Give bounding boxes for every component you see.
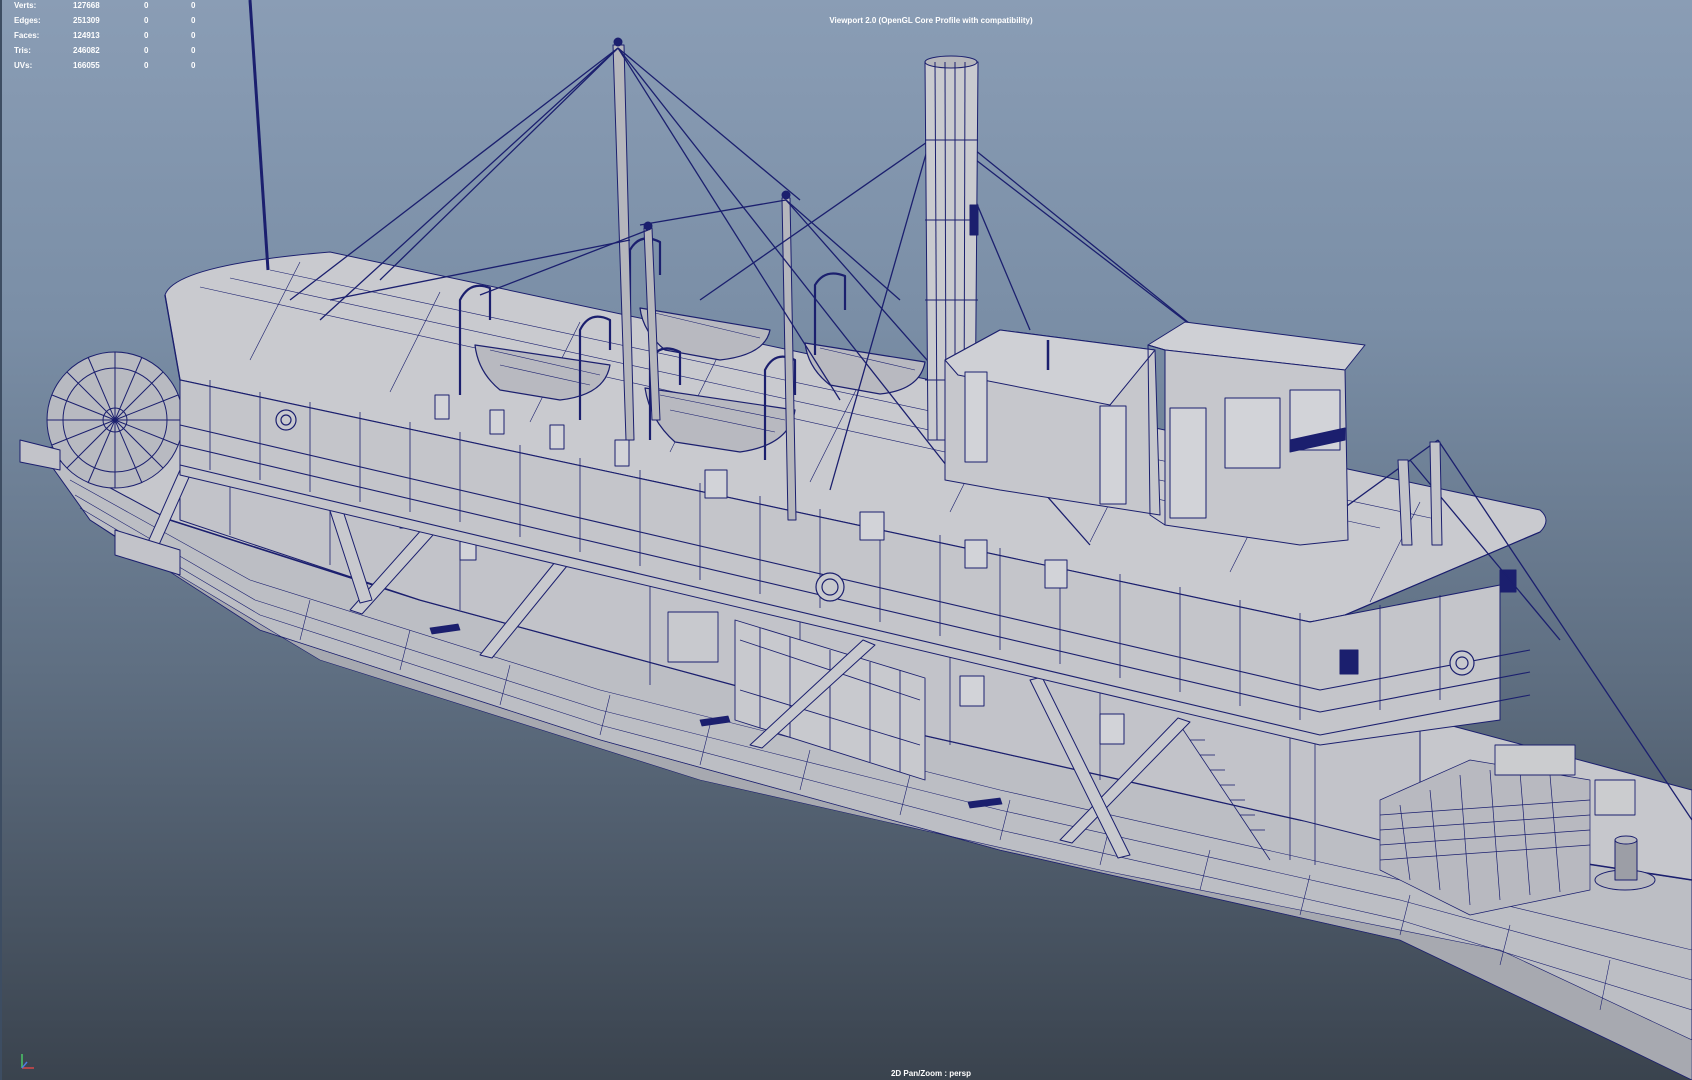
camera-label: 2D Pan/Zoom : persp bbox=[890, 1069, 971, 1078]
hud-label: Verts: bbox=[14, 1, 37, 10]
hud-selected: 0 bbox=[144, 61, 149, 70]
hud-label: Tris: bbox=[14, 46, 31, 55]
hud-components: 0 bbox=[191, 46, 196, 55]
hud-label: UVs: bbox=[14, 61, 33, 70]
hud-selected: 0 bbox=[144, 31, 149, 40]
maya-viewport[interactable]: Verts: 127668 0 0 Edges: 251309 0 0 Face… bbox=[0, 0, 1692, 1080]
poly-count-hud: Verts: 127668 0 0 Edges: 251309 0 0 Face… bbox=[0, 0, 200, 75]
hud-label: Edges: bbox=[14, 16, 41, 25]
hud-total: 127668 bbox=[73, 1, 100, 10]
hud-total: 124913 bbox=[73, 31, 100, 40]
hud-row-edges: Edges: 251309 0 0 bbox=[0, 15, 200, 30]
viewport-border bbox=[0, 0, 2, 1080]
hud-row-tris: Tris: 246082 0 0 bbox=[0, 45, 200, 60]
hud-total: 166055 bbox=[73, 61, 100, 70]
hud-components: 0 bbox=[191, 16, 196, 25]
hud-selected: 0 bbox=[144, 16, 149, 25]
hud-total: 246082 bbox=[73, 46, 100, 55]
pilot-house bbox=[1147, 321, 1366, 546]
hud-selected: 0 bbox=[144, 46, 149, 55]
hud-total: 251309 bbox=[73, 16, 100, 25]
hud-row-faces: Faces: 124913 0 0 bbox=[0, 30, 200, 45]
hud-components: 0 bbox=[191, 61, 196, 70]
steamboat-wireframe-model[interactable] bbox=[0, 0, 1692, 1080]
hud-components: 0 bbox=[191, 31, 196, 40]
hud-row-uvs: UVs: 166055 0 0 bbox=[0, 60, 200, 75]
hud-components: 0 bbox=[191, 1, 196, 10]
hud-selected: 0 bbox=[144, 1, 149, 10]
hud-row-verts: Verts: 127668 0 0 bbox=[0, 0, 200, 15]
hud-label: Faces: bbox=[14, 31, 40, 40]
